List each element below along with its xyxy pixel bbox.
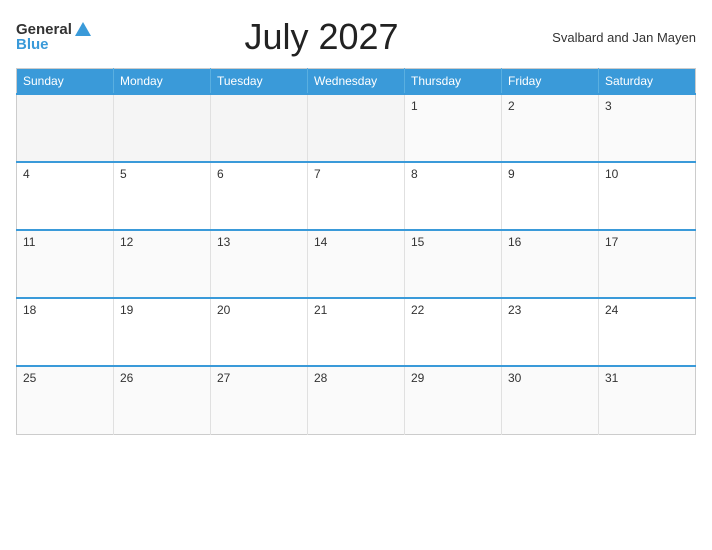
col-header-saturday: Saturday	[599, 69, 696, 95]
logo: General Blue	[16, 22, 91, 52]
day-number: 2	[508, 99, 515, 113]
col-header-wednesday: Wednesday	[308, 69, 405, 95]
day-number: 3	[605, 99, 612, 113]
calendar-week-row: 25 26 27 28 29 30 31	[17, 366, 696, 434]
calendar-day-cell: 5	[114, 162, 211, 230]
day-number: 5	[120, 167, 127, 181]
col-header-friday: Friday	[502, 69, 599, 95]
calendar-day-cell: 22	[405, 298, 502, 366]
calendar-day-cell: 14	[308, 230, 405, 298]
calendar-day-cell: 29	[405, 366, 502, 434]
day-number: 14	[314, 235, 327, 249]
logo-general-text: General	[16, 22, 72, 37]
logo-blue-text: Blue	[16, 37, 49, 52]
day-number: 25	[23, 371, 36, 385]
calendar-day-cell: 28	[308, 366, 405, 434]
calendar-title: July 2027	[244, 16, 398, 58]
calendar-day-cell: 3	[599, 94, 696, 162]
day-number: 6	[217, 167, 224, 181]
calendar-day-cell: 24	[599, 298, 696, 366]
calendar-day-cell	[114, 94, 211, 162]
col-header-sunday: Sunday	[17, 69, 114, 95]
calendar-day-cell: 21	[308, 298, 405, 366]
day-number: 31	[605, 371, 618, 385]
day-number: 21	[314, 303, 327, 317]
day-number: 8	[411, 167, 418, 181]
calendar-day-cell: 2	[502, 94, 599, 162]
calendar-day-cell: 12	[114, 230, 211, 298]
calendar-day-cell: 13	[211, 230, 308, 298]
day-number: 1	[411, 99, 418, 113]
day-number: 17	[605, 235, 618, 249]
calendar-day-cell: 25	[17, 366, 114, 434]
calendar-week-row: 4 5 6 7 8 9 10	[17, 162, 696, 230]
day-number: 19	[120, 303, 133, 317]
day-number: 29	[411, 371, 424, 385]
col-header-tuesday: Tuesday	[211, 69, 308, 95]
logo-triangle-icon	[75, 22, 91, 36]
day-number: 22	[411, 303, 424, 317]
calendar-day-cell: 31	[599, 366, 696, 434]
day-number: 13	[217, 235, 230, 249]
day-number: 18	[23, 303, 36, 317]
day-number: 15	[411, 235, 424, 249]
calendar-day-cell: 18	[17, 298, 114, 366]
calendar-day-cell: 19	[114, 298, 211, 366]
calendar-day-cell: 23	[502, 298, 599, 366]
calendar-day-cell: 30	[502, 366, 599, 434]
calendar-day-cell: 1	[405, 94, 502, 162]
col-header-thursday: Thursday	[405, 69, 502, 95]
day-number: 26	[120, 371, 133, 385]
day-number: 30	[508, 371, 521, 385]
col-header-monday: Monday	[114, 69, 211, 95]
calendar-day-cell: 20	[211, 298, 308, 366]
calendar-day-cell: 7	[308, 162, 405, 230]
calendar-day-cell: 27	[211, 366, 308, 434]
day-number: 16	[508, 235, 521, 249]
calendar-day-cell: 11	[17, 230, 114, 298]
calendar-header-row: SundayMondayTuesdayWednesdayThursdayFrid…	[17, 69, 696, 95]
region-label: Svalbard and Jan Mayen	[552, 30, 696, 45]
calendar-week-row: 11 12 13 14 15 16 17	[17, 230, 696, 298]
day-number: 9	[508, 167, 515, 181]
calendar-day-cell: 9	[502, 162, 599, 230]
day-number: 12	[120, 235, 133, 249]
day-number: 7	[314, 167, 321, 181]
day-number: 27	[217, 371, 230, 385]
calendar-day-cell: 8	[405, 162, 502, 230]
calendar-day-cell: 4	[17, 162, 114, 230]
calendar-day-cell: 6	[211, 162, 308, 230]
calendar-week-row: 18 19 20 21 22 23 24	[17, 298, 696, 366]
calendar-day-cell	[308, 94, 405, 162]
calendar-table: SundayMondayTuesdayWednesdayThursdayFrid…	[16, 68, 696, 435]
day-number: 11	[23, 235, 35, 249]
day-number: 10	[605, 167, 618, 181]
calendar-header: General Blue July 2027 Svalbard and Jan …	[16, 16, 696, 58]
day-number: 28	[314, 371, 327, 385]
calendar-day-cell: 15	[405, 230, 502, 298]
calendar-day-cell: 17	[599, 230, 696, 298]
calendar-day-cell: 16	[502, 230, 599, 298]
calendar-day-cell	[17, 94, 114, 162]
calendar-day-cell	[211, 94, 308, 162]
day-number: 20	[217, 303, 230, 317]
day-number: 4	[23, 167, 30, 181]
day-number: 24	[605, 303, 618, 317]
day-number: 23	[508, 303, 521, 317]
calendar-day-cell: 10	[599, 162, 696, 230]
calendar-week-row: 1 2 3	[17, 94, 696, 162]
calendar-day-cell: 26	[114, 366, 211, 434]
